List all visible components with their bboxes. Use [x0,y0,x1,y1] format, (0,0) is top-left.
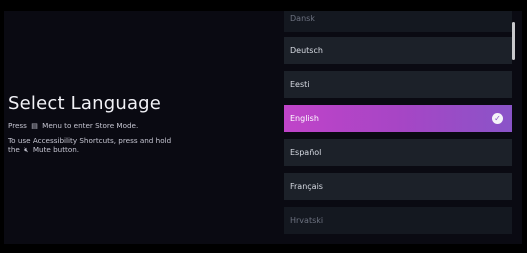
language-label: Eesti [290,80,310,89]
accessibility-hint: To use Accessibility Shortcuts, press an… [8,136,268,155]
language-item-espanol[interactable]: Español [284,139,512,166]
accessibility-text-suffix: Mute button. [32,145,80,154]
store-mode-text-suffix: Menu to enter Store Mode. [42,121,139,130]
accessibility-text-line1: To use Accessibility Shortcuts, press an… [8,136,172,145]
mute-icon: 🔇︎ [24,146,29,154]
store-mode-hint: Press ▤ Menu to enter Store Mode. [8,121,268,131]
language-label: English [290,114,319,123]
accessibility-text-prefix: the [8,145,20,154]
language-label: Español [290,148,322,157]
page-title: Select Language [8,93,162,114]
menu-icon: ▤ [31,122,38,130]
language-item-dansk[interactable]: Dansk [284,11,512,32]
language-list: Dansk Deutsch Eesti English ✓ Español Fr… [284,11,512,244]
language-label: Deutsch [290,46,323,55]
language-label: Français [290,182,323,191]
language-label: Dansk [290,14,315,23]
language-setup-screen: Select Language Press ▤ Menu to enter St… [4,11,522,244]
list-scrollbar[interactable] [512,22,515,60]
language-item-francais[interactable]: Français [284,173,512,200]
info-panel: Select Language Press ▤ Menu to enter St… [8,93,268,160]
checkmark-icon: ✓ [492,113,503,124]
language-item-hrvatski[interactable]: Hrvatski [284,207,512,234]
language-label: Hrvatski [290,216,324,225]
language-item-deutsch[interactable]: Deutsch [284,37,512,64]
language-item-eesti[interactable]: Eesti [284,71,512,98]
store-mode-text-prefix: Press [8,121,27,130]
language-item-english[interactable]: English ✓ [284,105,512,132]
